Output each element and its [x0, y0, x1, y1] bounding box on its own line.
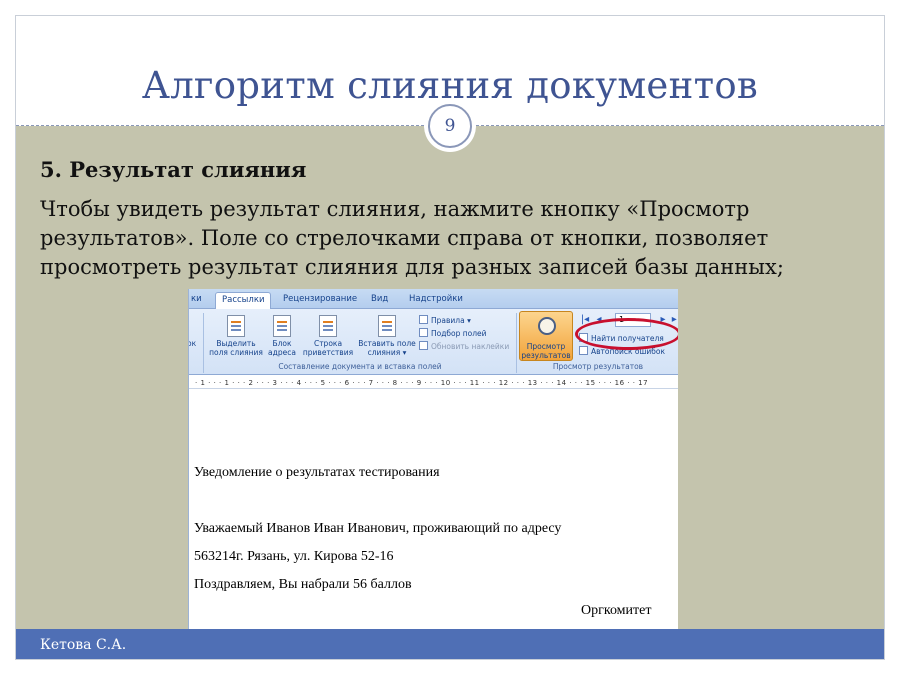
- update-labels-button[interactable]: Обновить наклейки: [419, 341, 509, 352]
- highlight-oval: [575, 318, 678, 350]
- group-label-preview: Просмотр результатов: [552, 362, 644, 371]
- tab-addins[interactable]: Надстройки: [403, 292, 469, 309]
- insert-merge-field-icon: [378, 315, 396, 337]
- magnifier-icon: [538, 317, 556, 335]
- horizontal-ruler[interactable]: · 1 · · · 1 · · · 2 · · · 3 · · · 4 · · …: [189, 377, 678, 389]
- section-heading: 5. Результат слияния: [40, 157, 307, 182]
- document-line-title: Уведомление о результатах тестирования: [194, 465, 440, 480]
- word-screenshot: ки Рассылки Рецензирование Вид Надстройк…: [188, 289, 678, 629]
- document-line-score: Поздравляем, Вы набрали 56 баллов: [194, 577, 412, 592]
- slide-footer: Кетова С.А.: [16, 629, 884, 659]
- insert-merge-field-button[interactable]: Вставить поле слияния ▾: [357, 315, 417, 357]
- body-text: Чтобы увидеть результат слияния, нажмите…: [40, 197, 784, 279]
- tab-mailings[interactable]: Рассылки: [215, 292, 272, 309]
- highlight-fields-button[interactable]: Выделить поля слияния: [207, 315, 265, 357]
- document-signature: Оргкомитет: [581, 603, 652, 618]
- update-labels-icon: [419, 341, 428, 350]
- slide-title: Алгоритм слияния документов: [141, 64, 759, 107]
- tab-review[interactable]: Рецензирование: [277, 292, 363, 309]
- address-block-icon: [273, 315, 291, 337]
- auto-check-icon: [579, 346, 588, 355]
- highlight-fields-icon: [227, 315, 245, 337]
- page-number: 9: [428, 104, 472, 148]
- preview-results-button[interactable]: Просмотр результатов: [519, 311, 573, 361]
- match-fields-button[interactable]: Подбор полей: [419, 328, 487, 339]
- group-separator: [203, 313, 204, 373]
- document-line-greeting: Уважаемый Иванов Иван Иванович, проживаю…: [194, 521, 562, 536]
- rules-icon: [419, 315, 428, 324]
- footer-author: Кетова С.А.: [40, 637, 127, 653]
- greeting-line-icon: [319, 315, 337, 337]
- ribbon-tab-bar: ки Рассылки Рецензирование Вид Надстройк…: [189, 289, 678, 309]
- document-line-address: 563214г. Рязань, ул. Кирова 52-16: [194, 549, 394, 564]
- ribbon-button-fragment[interactable]: ок: [189, 339, 196, 348]
- group-label-compose: Составление документа и вставка полей: [278, 362, 442, 371]
- ribbon: ок Выделитьполя слияния Блокадреса Строк…: [189, 309, 678, 375]
- tab-fragment[interactable]: ки: [189, 292, 208, 309]
- group-separator: [516, 313, 517, 373]
- rules-button[interactable]: Правила ▾: [419, 315, 471, 326]
- greeting-line-button[interactable]: Строка приветствия: [299, 315, 357, 357]
- address-block-button[interactable]: Блок адреса: [265, 315, 299, 357]
- tab-view[interactable]: Вид: [365, 292, 394, 309]
- match-fields-icon: [419, 328, 428, 337]
